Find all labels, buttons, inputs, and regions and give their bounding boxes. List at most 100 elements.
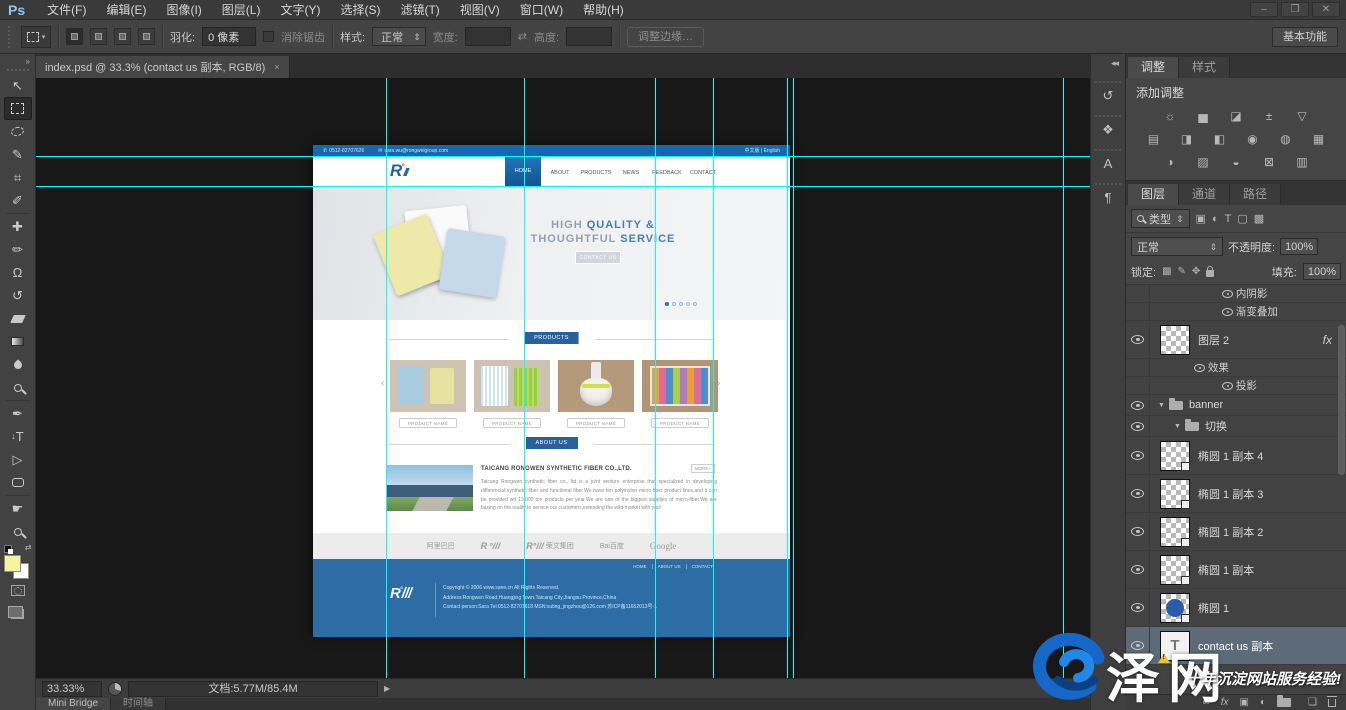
visibility-eye-icon[interactable]: [1131, 451, 1144, 460]
brush-tool[interactable]: ✏: [4, 238, 32, 261]
layer-row[interactable]: 椭圆 1: [1126, 589, 1346, 627]
layer-effect-row[interactable]: 投影: [1126, 377, 1346, 395]
opacity-value[interactable]: 100%: [1280, 238, 1318, 255]
tab-channels[interactable]: 通道: [1179, 184, 1230, 205]
eraser-tool[interactable]: [4, 307, 32, 330]
photo-filter-icon[interactable]: ◉: [1243, 132, 1263, 147]
history-panel-icon[interactable]: ↺: [1095, 81, 1121, 105]
visibility-eye-icon[interactable]: [1222, 382, 1233, 390]
layer-effect-row[interactable]: 内阴影: [1126, 285, 1346, 303]
lock-transparency-icon[interactable]: ▩: [1162, 266, 1171, 277]
layer-row[interactable]: 图层 2 fx: [1126, 321, 1346, 359]
eyedropper-tool[interactable]: ✐: [4, 189, 32, 212]
visibility-eye-icon[interactable]: [1131, 422, 1144, 431]
invert-icon[interactable]: ◑: [1160, 155, 1180, 170]
vibrance-icon[interactable]: ▽: [1292, 109, 1312, 124]
menu-image[interactable]: 图像(I): [156, 0, 211, 20]
tool-preset-picker[interactable]: ▾: [21, 26, 51, 48]
selective-color-icon[interactable]: ⊠: [1259, 155, 1279, 170]
menu-filter[interactable]: 滤镜(T): [390, 0, 449, 20]
blur-tool[interactable]: [4, 353, 32, 376]
foreground-color-swatch[interactable]: [4, 555, 21, 572]
presets-panel-icon[interactable]: ❖: [1095, 115, 1121, 139]
curves-icon[interactable]: ◪: [1226, 109, 1246, 124]
selection-new-button[interactable]: [66, 28, 83, 45]
layer-thumbnail[interactable]: [1160, 555, 1190, 585]
workspace-switcher-button[interactable]: 基本功能: [1272, 27, 1338, 47]
efficiency-pie-icon[interactable]: [108, 682, 122, 696]
selection-intersect-button[interactable]: [138, 28, 155, 45]
menu-layer[interactable]: 图层(L): [212, 0, 271, 20]
layers-scrollbar[interactable]: [1338, 325, 1345, 475]
screen-mode-button[interactable]: [4, 602, 32, 625]
layer-thumbnail[interactable]: [1160, 517, 1190, 547]
layer-style-icon[interactable]: fx: [1221, 697, 1229, 708]
zoom-tool[interactable]: [4, 520, 32, 543]
visibility-eye-icon[interactable]: [1131, 603, 1144, 612]
type-tool[interactable]: ↓T: [4, 425, 32, 448]
lock-position-icon[interactable]: ✥: [1192, 266, 1200, 277]
posterize-icon[interactable]: ▨: [1193, 155, 1213, 170]
style-dropdown[interactable]: 正常: [372, 27, 426, 46]
menu-select[interactable]: 选择(S): [330, 0, 390, 20]
layer-row[interactable]: 椭圆 1 副本 3: [1126, 475, 1346, 513]
guide-vertical[interactable]: [524, 78, 525, 678]
layer-group-row[interactable]: ▼ 切换: [1126, 416, 1346, 437]
selection-subtract-button[interactable]: [114, 28, 131, 45]
guide-vertical[interactable]: [787, 78, 788, 678]
hue-saturation-icon[interactable]: ▤: [1144, 132, 1164, 147]
tab-styles[interactable]: 样式: [1179, 57, 1230, 78]
crop-tool[interactable]: ⌗: [4, 166, 32, 189]
visibility-eye-icon[interactable]: [1222, 290, 1233, 298]
link-layers-icon[interactable]: ∞: [1203, 697, 1210, 708]
visibility-eye-icon[interactable]: [1131, 489, 1144, 498]
menu-edit[interactable]: 编辑(E): [96, 0, 156, 20]
lasso-tool[interactable]: [4, 120, 32, 143]
width-input[interactable]: [465, 27, 511, 46]
guide-horizontal[interactable]: [36, 156, 1090, 157]
rectangular-marquee-tool[interactable]: [4, 97, 32, 120]
channel-mixer-icon[interactable]: ◍: [1276, 132, 1296, 147]
swap-colors-icon[interactable]: ⇄: [25, 543, 32, 552]
effects-header-row[interactable]: 效果: [1126, 359, 1346, 377]
filter-text-layers-icon[interactable]: T: [1225, 213, 1232, 225]
filter-smart-objects-icon[interactable]: ▩: [1254, 212, 1264, 225]
healing-brush-tool[interactable]: ✚: [4, 215, 32, 238]
visibility-eye-icon[interactable]: [1222, 308, 1233, 316]
layer-row-selected[interactable]: T contact us 副本: [1126, 627, 1346, 665]
delete-layer-icon[interactable]: [1328, 699, 1336, 707]
black-white-icon[interactable]: ◧: [1210, 132, 1230, 147]
layer-thumbnail[interactable]: [1160, 593, 1190, 623]
restore-button[interactable]: ❐: [1281, 2, 1309, 17]
gradient-tool[interactable]: [4, 330, 32, 353]
dodge-tool[interactable]: [4, 376, 32, 399]
layer-group-row[interactable]: ▼ banner: [1126, 395, 1346, 416]
collapse-panels-icon[interactable]: ◂◂: [1091, 54, 1125, 71]
zoom-level-field[interactable]: 33.33%: [42, 681, 102, 697]
guide-vertical[interactable]: [793, 78, 794, 678]
guide-horizontal[interactable]: [36, 186, 1090, 187]
new-layer-icon[interactable]: ❏: [1308, 697, 1317, 708]
selection-add-button[interactable]: [90, 28, 107, 45]
status-flyout-arrow[interactable]: ▶: [384, 684, 390, 693]
clone-stamp-tool[interactable]: Ω: [4, 261, 32, 284]
layer-thumbnail[interactable]: [1160, 325, 1190, 355]
layer-thumbnail[interactable]: [1160, 441, 1190, 471]
color-lookup-icon[interactable]: ▦: [1309, 132, 1329, 147]
guide-vertical[interactable]: [655, 78, 656, 678]
expander-icon[interactable]: ▼: [1158, 402, 1165, 409]
shape-tool[interactable]: [4, 471, 32, 494]
quick-selection-tool[interactable]: ✎: [4, 143, 32, 166]
menu-file[interactable]: 文件(F): [37, 0, 96, 20]
filter-shape-layers-icon[interactable]: ▢: [1237, 212, 1247, 225]
canvas-area[interactable]: ✆0512-82707626 ✉sara.wu@rongweigroup.com…: [36, 78, 1090, 678]
document-tab[interactable]: index.psd @ 33.3% (contact us 副本, RGB/8)…: [36, 56, 290, 78]
color-balance-icon[interactable]: ◨: [1177, 132, 1197, 147]
filter-adjustment-layers-icon[interactable]: ◐: [1212, 213, 1219, 225]
threshold-icon[interactable]: ◒: [1226, 155, 1246, 170]
menu-window[interactable]: 窗口(W): [510, 0, 573, 20]
layer-row[interactable]: 椭圆 1 副本: [1126, 551, 1346, 589]
fill-value[interactable]: 100%: [1303, 263, 1341, 280]
filter-pixel-layers-icon[interactable]: ▣: [1196, 212, 1206, 225]
tab-paths[interactable]: 路径: [1230, 184, 1281, 205]
